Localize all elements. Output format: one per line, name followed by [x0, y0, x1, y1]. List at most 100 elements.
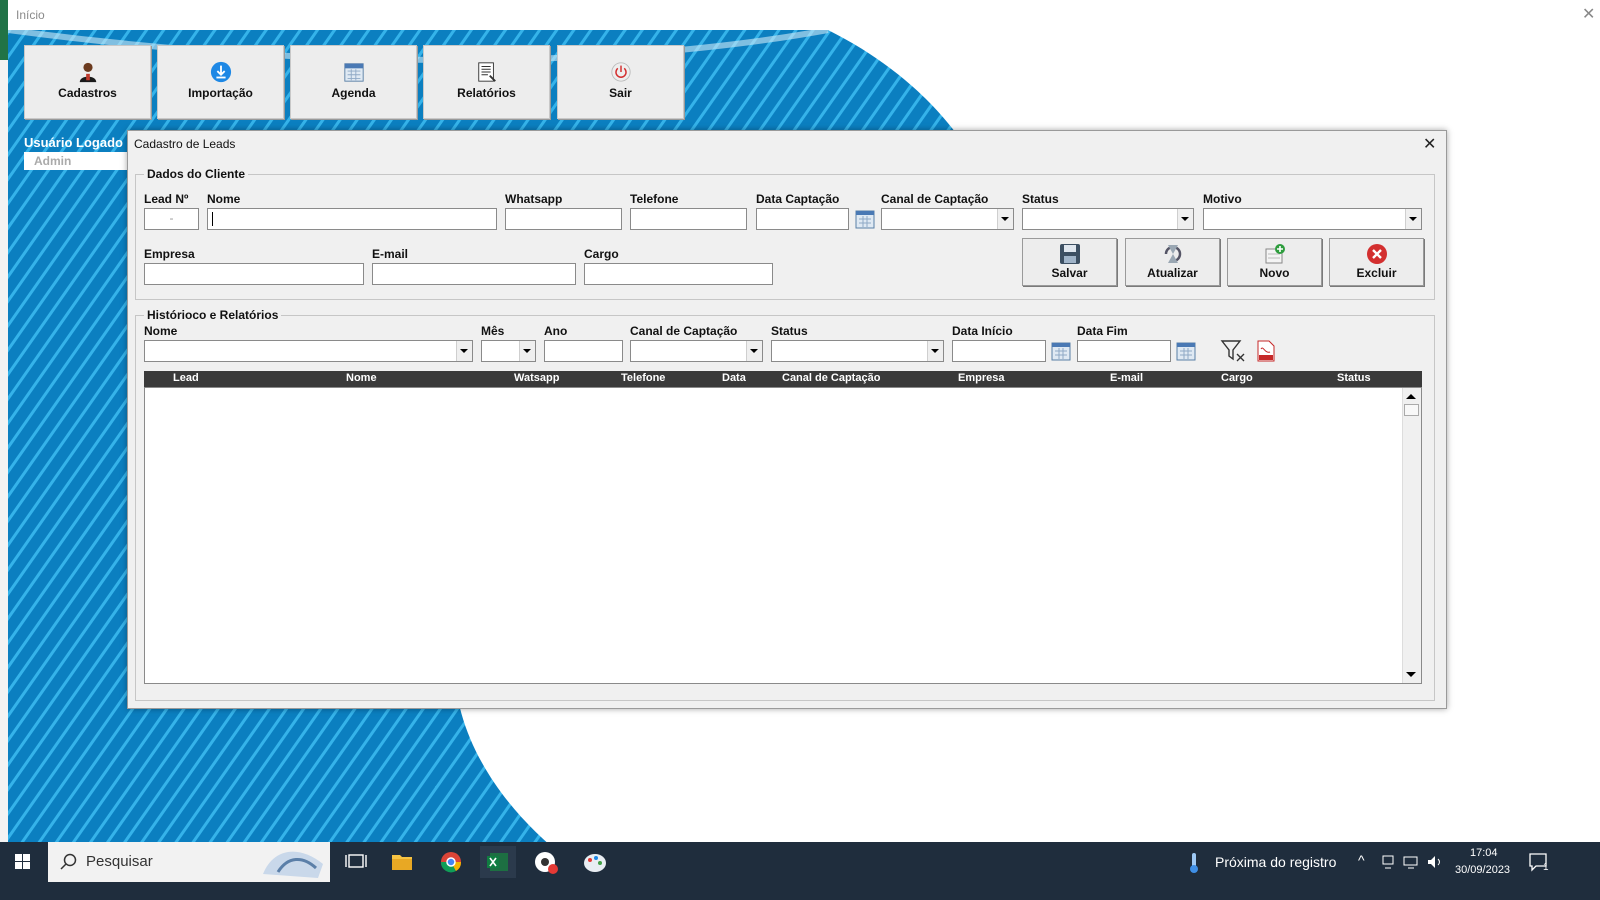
canal-select[interactable] [881, 208, 1014, 230]
dialog-close-button[interactable]: ✕ [1423, 134, 1436, 154]
filter-mes-select[interactable] [481, 340, 536, 362]
chevron-down-icon[interactable] [519, 341, 535, 361]
cadastros-label: Cadastros [58, 86, 117, 100]
relatorios-button[interactable]: Relatórios [423, 45, 550, 119]
app-notification-icon[interactable] [529, 846, 565, 878]
scroll-up-icon[interactable] [1406, 394, 1416, 399]
status-select[interactable] [1022, 208, 1194, 230]
column-telefone: Telefone [621, 372, 666, 384]
sair-label: Sair [609, 86, 632, 100]
filter-ano-input[interactable] [544, 340, 623, 362]
cadastros-button[interactable]: Cadastros [24, 45, 151, 119]
windows-start-icon[interactable] [0, 842, 46, 882]
lead-field[interactable]: - [144, 208, 199, 230]
novo-button[interactable]: Novo [1227, 238, 1322, 286]
person-icon [79, 62, 96, 83]
chevron-down-icon[interactable] [746, 341, 762, 361]
chevron-up-icon[interactable]: ^ [1358, 852, 1365, 868]
scroll-down-icon[interactable] [1406, 672, 1416, 677]
volume-icon[interactable] [1426, 854, 1444, 870]
filter-fim-input[interactable] [1077, 340, 1171, 362]
cargo-input[interactable] [584, 263, 773, 285]
status-label: Status [1022, 192, 1059, 206]
filter-nome-label: Nome [144, 324, 178, 338]
vertical-scrollbar[interactable] [1402, 388, 1421, 683]
download-icon [210, 61, 231, 83]
calendar-icon[interactable] [1051, 341, 1071, 361]
lead-label: Lead Nº [144, 192, 189, 206]
atualizar-button[interactable]: Atualizar [1125, 238, 1220, 286]
atualizar-label: Atualizar [1147, 266, 1198, 280]
window-title: Início [16, 8, 45, 22]
power-icon [610, 62, 631, 82]
nome-label: Nome [207, 192, 241, 206]
dialog-title: Cadastro de Leads [134, 137, 236, 151]
filter-fim-label: Data Fim [1077, 324, 1128, 338]
relatorios-label: Relatórios [457, 86, 516, 100]
calendar-icon[interactable] [855, 209, 875, 229]
chevron-down-icon[interactable] [1405, 209, 1421, 229]
filter-canal-select[interactable] [630, 340, 763, 362]
filter-inicio-input[interactable] [952, 340, 1046, 362]
filter-status-label: Status [771, 324, 808, 338]
filter-mes-label: Mês [481, 324, 505, 338]
new-doc-icon [1265, 244, 1285, 264]
file-explorer-icon[interactable] [384, 846, 420, 878]
data-captacao-label: Data Captação [756, 192, 840, 206]
telefone-input[interactable] [630, 208, 747, 230]
column-watsapp: Watsapp [514, 372, 560, 384]
canal-label: Canal de Captação [881, 192, 989, 206]
network-icon[interactable] [1402, 854, 1420, 870]
chevron-down-icon[interactable] [997, 209, 1013, 229]
salvar-button[interactable]: Salvar [1022, 238, 1117, 286]
filter-status-select[interactable] [771, 340, 944, 362]
report-icon [477, 62, 496, 82]
clear-filter-icon[interactable] [1220, 339, 1246, 363]
leads-list[interactable] [144, 387, 1422, 684]
search-placeholder: Pesquisar [86, 853, 153, 870]
calendar-icon[interactable] [1176, 341, 1196, 361]
thermometer-icon[interactable] [1185, 851, 1203, 875]
search-highlight-icon [263, 851, 323, 878]
window-close-button[interactable]: ✕ [1582, 4, 1595, 24]
delete-icon [1366, 244, 1387, 264]
motivo-select[interactable] [1203, 208, 1422, 230]
scroll-thumb[interactable] [1404, 404, 1419, 416]
save-icon [1059, 244, 1080, 264]
agenda-button[interactable]: Agenda [290, 45, 417, 119]
clock-date[interactable]: 30/09/2023 [1455, 864, 1510, 876]
pdf-icon[interactable] [1256, 340, 1276, 362]
chevron-down-icon[interactable] [927, 341, 943, 361]
importacao-button[interactable]: Importação [157, 45, 284, 119]
excel-icon[interactable] [480, 846, 516, 878]
excluir-button[interactable]: Excluir [1329, 238, 1424, 286]
chevron-down-icon[interactable] [1177, 209, 1193, 229]
column-status: Status [1337, 372, 1371, 384]
sair-button[interactable]: Sair [557, 45, 684, 119]
cargo-label: Cargo [584, 247, 619, 261]
clock-time[interactable]: 17:04 [1470, 847, 1498, 859]
paint-icon[interactable] [577, 846, 613, 878]
nome-input[interactable] [207, 208, 497, 230]
text-cursor [212, 211, 213, 226]
empresa-label: Empresa [144, 247, 195, 261]
whatsapp-input[interactable] [505, 208, 622, 230]
tray-weather-text[interactable]: Próxima do registro [1215, 854, 1336, 870]
user-value: Admin [24, 152, 128, 170]
excel-edge [0, 0, 8, 60]
motivo-label: Motivo [1203, 192, 1242, 206]
data-captacao-input[interactable] [756, 208, 849, 230]
empresa-input[interactable] [144, 263, 364, 285]
column-data: Data [722, 372, 746, 384]
agenda-label: Agenda [331, 86, 376, 100]
taskbar: Pesquisar Próxima do registro ^ 17:04 30… [0, 842, 1600, 900]
client-legend: Dados do Cliente [144, 167, 249, 181]
email-input[interactable] [372, 263, 576, 285]
history-legend: Histórioco e Relatórios [144, 308, 282, 322]
task-view-icon[interactable] [338, 846, 374, 878]
notification-count: 1 [1543, 862, 1549, 873]
camera-icon[interactable] [1381, 854, 1395, 870]
filter-nome-select[interactable] [144, 340, 473, 362]
chevron-down-icon[interactable] [456, 341, 472, 361]
chrome-icon[interactable] [433, 846, 469, 878]
